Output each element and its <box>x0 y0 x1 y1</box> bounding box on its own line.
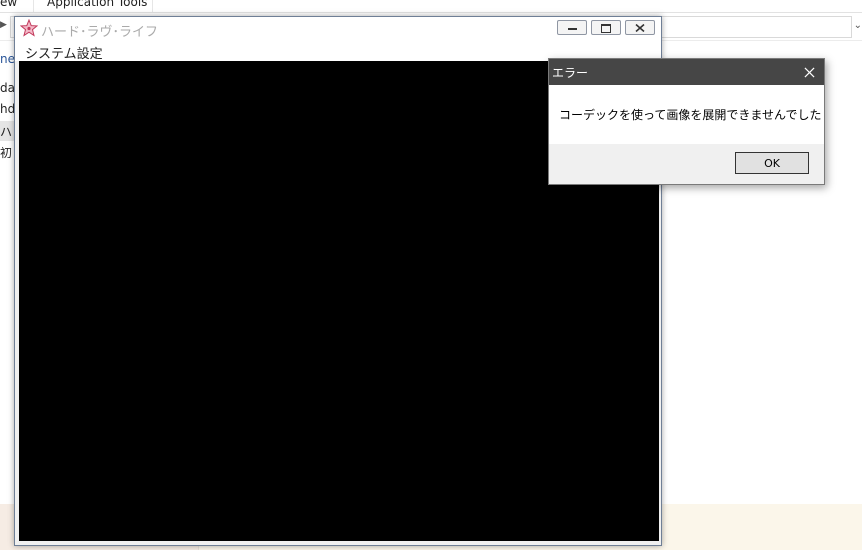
nav-item-fragment[interactable]: ne <box>0 52 15 66</box>
restore-icon <box>601 24 611 33</box>
minimize-icon <box>567 28 577 30</box>
dialog-close-button[interactable] <box>794 59 824 85</box>
dialog-footer: OK <box>549 144 824 184</box>
ribbon-separator <box>33 0 34 12</box>
minimize-button[interactable] <box>557 20 587 35</box>
nav-item-fragment[interactable]: hd <box>0 102 15 116</box>
explorer-ribbon: ew Application Tools <box>0 0 862 13</box>
chevron-down-icon[interactable]: ⌄ <box>854 20 862 31</box>
ok-button[interactable]: OK <box>735 152 809 174</box>
nav-item-fragment[interactable]: da <box>0 81 15 95</box>
dialog-titlebar[interactable]: エラー <box>549 59 824 85</box>
dialog-body: コーデックを使って画像を展開できませんでした <box>549 85 824 144</box>
close-icon <box>803 67 815 78</box>
app-titlebar[interactable]: ハード･ラヴ･ライフ <box>15 17 661 41</box>
restore-button[interactable] <box>591 20 621 35</box>
error-message: コーデックを使って画像を展開できませんでした <box>559 108 822 122</box>
close-icon <box>635 24 645 32</box>
app-title: ハード･ラヴ･ライフ <box>41 25 159 40</box>
dialog-title: エラー <box>552 66 589 80</box>
menu-item-system-settings[interactable]: システム設定 <box>25 43 103 62</box>
nav-item-fragment[interactable]: 初 <box>0 144 12 161</box>
ribbon-tab-application-tools[interactable]: Application Tools <box>47 0 147 9</box>
chevron-right-icon[interactable]: ▶ <box>0 20 7 30</box>
close-button[interactable] <box>625 20 655 35</box>
nav-item-fragment[interactable]: ハ <box>0 123 12 140</box>
star-icon <box>20 19 38 37</box>
ribbon-tab-view[interactable]: ew <box>0 0 17 9</box>
error-dialog: エラー コーデックを使って画像を展開できませんでした OK <box>548 58 825 185</box>
ribbon-separator <box>152 0 153 12</box>
